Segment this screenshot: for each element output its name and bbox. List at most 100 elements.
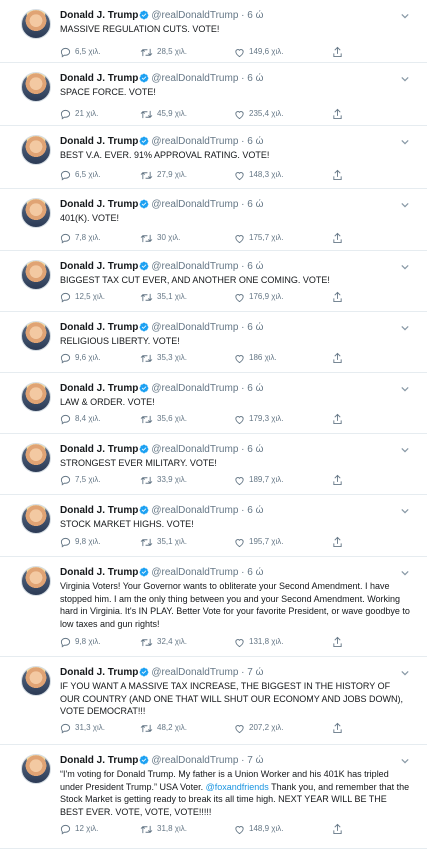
share-button[interactable] <box>332 413 343 425</box>
display-name[interactable]: Donald J. Trump <box>60 755 138 766</box>
chevron-down-icon[interactable] <box>401 443 409 457</box>
retweet-button[interactable]: 35,3 χιλ. <box>140 352 187 364</box>
like-button[interactable]: 179,3 χιλ. <box>234 413 283 425</box>
avatar[interactable] <box>21 135 51 165</box>
share-button[interactable] <box>332 823 343 835</box>
timestamp[interactable]: 6 ώ <box>247 567 263 578</box>
reply-button[interactable]: 9,8 χιλ. <box>60 536 101 548</box>
avatar[interactable] <box>21 382 51 412</box>
like-button[interactable]: 131,8 χιλ. <box>234 636 283 648</box>
tweet[interactable]: Donald J. Trump @realDonaldTrump · 6 ώ LAW… <box>0 373 427 434</box>
retweet-button[interactable]: 30 χιλ. <box>140 232 180 244</box>
display-name[interactable]: Donald J. Trump <box>60 322 138 333</box>
retweet-button[interactable]: 48,2 χιλ. <box>140 722 187 734</box>
user-handle[interactable]: @realDonaldTrump <box>151 505 238 516</box>
tweet[interactable]: Donald J. Trump @realDonaldTrump · 6 ώ BIG… <box>0 251 427 312</box>
tweet[interactable]: Donald J. Trump @realDonaldTrump · 6 ώ 401… <box>0 189 427 251</box>
like-button[interactable]: 186 χιλ. <box>234 352 277 364</box>
reply-button[interactable]: 31,3 χιλ. <box>60 722 105 734</box>
chevron-down-icon[interactable] <box>401 260 409 274</box>
avatar[interactable] <box>21 566 51 596</box>
reply-button[interactable]: 7,5 χιλ. <box>60 474 101 486</box>
timestamp[interactable]: 6 ώ <box>247 73 263 84</box>
user-handle[interactable]: @realDonaldTrump <box>151 261 238 272</box>
retweet-button[interactable]: 32,4 χιλ. <box>140 636 187 648</box>
timestamp[interactable]: 6 ώ <box>247 322 263 333</box>
retweet-button[interactable]: 35,1 χιλ. <box>140 291 187 303</box>
tweet[interactable]: Donald J. Trump @realDonaldTrump · 6 ώ MAS… <box>0 0 427 63</box>
reply-button[interactable]: 21 χιλ. <box>60 108 98 120</box>
reply-button[interactable]: 8,4 χιλ. <box>60 413 101 425</box>
like-button[interactable]: 148,9 χιλ. <box>234 823 283 835</box>
user-handle[interactable]: @realDonaldTrump <box>151 10 238 21</box>
timestamp[interactable]: 6 ώ <box>247 136 263 147</box>
like-button[interactable]: 189,7 χιλ. <box>234 474 283 486</box>
share-button[interactable] <box>332 474 343 486</box>
like-button[interactable]: 149,6 χιλ. <box>234 46 283 58</box>
user-handle[interactable]: @realDonaldTrump <box>151 136 238 147</box>
retweet-button[interactable]: 35,1 χιλ. <box>140 536 187 548</box>
avatar[interactable] <box>21 198 51 228</box>
chevron-down-icon[interactable] <box>401 72 409 86</box>
share-button[interactable] <box>332 108 343 120</box>
chevron-down-icon[interactable] <box>401 566 409 580</box>
avatar[interactable] <box>21 72 51 102</box>
timestamp[interactable]: 6 ώ <box>247 444 263 455</box>
like-button[interactable]: 195,7 χιλ. <box>234 536 283 548</box>
avatar[interactable] <box>21 260 51 290</box>
avatar[interactable] <box>21 9 51 39</box>
avatar[interactable] <box>21 504 51 534</box>
display-name[interactable]: Donald J. Trump <box>60 73 138 84</box>
user-handle[interactable]: @realDonaldTrump <box>151 755 238 766</box>
retweet-button[interactable]: 35,6 χιλ. <box>140 413 187 425</box>
reply-button[interactable]: 6,5 χιλ. <box>60 169 101 181</box>
tweet[interactable]: Donald J. Trump @realDonaldTrump · 7 ώ “I'… <box>0 745 427 849</box>
timestamp[interactable]: 6 ώ <box>247 505 263 516</box>
tweet[interactable]: Donald J. Trump @realDonaldTrump · 7 ώ IF … <box>0 657 427 745</box>
timestamp[interactable]: 6 ώ <box>247 10 263 21</box>
share-button[interactable] <box>332 722 343 734</box>
retweet-button[interactable]: 27,9 χιλ. <box>140 169 187 181</box>
share-button[interactable] <box>332 46 343 58</box>
avatar[interactable] <box>21 666 51 696</box>
user-handle[interactable]: @realDonaldTrump <box>151 322 238 333</box>
like-button[interactable]: 235,4 χιλ. <box>234 108 283 120</box>
avatar[interactable] <box>21 754 51 784</box>
tweet[interactable]: Donald J. Trump @realDonaldTrump · 6 ώ BES… <box>0 126 427 189</box>
like-button[interactable]: 148,3 χιλ. <box>234 169 283 181</box>
like-button[interactable]: 175,7 χιλ. <box>234 232 283 244</box>
reply-button[interactable]: 12,5 χιλ. <box>60 291 105 303</box>
retweet-button[interactable]: 45,9 χιλ. <box>140 108 187 120</box>
tweet[interactable]: Donald J. Trump @realDonaldTrump · 6 ώ STR… <box>0 434 427 495</box>
share-button[interactable] <box>332 352 343 364</box>
timestamp[interactable]: 6 ώ <box>247 199 263 210</box>
avatar[interactable] <box>21 443 51 473</box>
like-button[interactable]: 207,2 χιλ. <box>234 722 283 734</box>
reply-button[interactable]: 7,8 χιλ. <box>60 232 101 244</box>
chevron-down-icon[interactable] <box>401 754 409 768</box>
mention-link[interactable]: @foxandfriends <box>206 782 269 792</box>
tweet[interactable]: Donald J. Trump @realDonaldTrump · 6 ώ SPA… <box>0 63 427 126</box>
chevron-down-icon[interactable] <box>401 135 409 149</box>
display-name[interactable]: Donald J. Trump <box>60 10 138 21</box>
user-handle[interactable]: @realDonaldTrump <box>151 199 238 210</box>
timestamp[interactable]: 6 ώ <box>247 383 263 394</box>
like-button[interactable]: 176,9 χιλ. <box>234 291 283 303</box>
share-button[interactable] <box>332 232 343 244</box>
share-button[interactable] <box>332 636 343 648</box>
avatar[interactable] <box>21 321 51 351</box>
reply-button[interactable]: 12 χιλ. <box>60 823 98 835</box>
chevron-down-icon[interactable] <box>401 666 409 680</box>
reply-button[interactable]: 6,5 χιλ. <box>60 46 101 58</box>
retweet-button[interactable]: 31,8 χιλ. <box>140 823 187 835</box>
chevron-down-icon[interactable] <box>401 198 409 212</box>
display-name[interactable]: Donald J. Trump <box>60 667 138 678</box>
chevron-down-icon[interactable] <box>401 321 409 335</box>
chevron-down-icon[interactable] <box>401 9 409 23</box>
display-name[interactable]: Donald J. Trump <box>60 136 138 147</box>
display-name[interactable]: Donald J. Trump <box>60 261 138 272</box>
timestamp[interactable]: 7 ώ <box>247 755 263 766</box>
chevron-down-icon[interactable] <box>401 382 409 396</box>
user-handle[interactable]: @realDonaldTrump <box>151 667 238 678</box>
share-button[interactable] <box>332 169 343 181</box>
